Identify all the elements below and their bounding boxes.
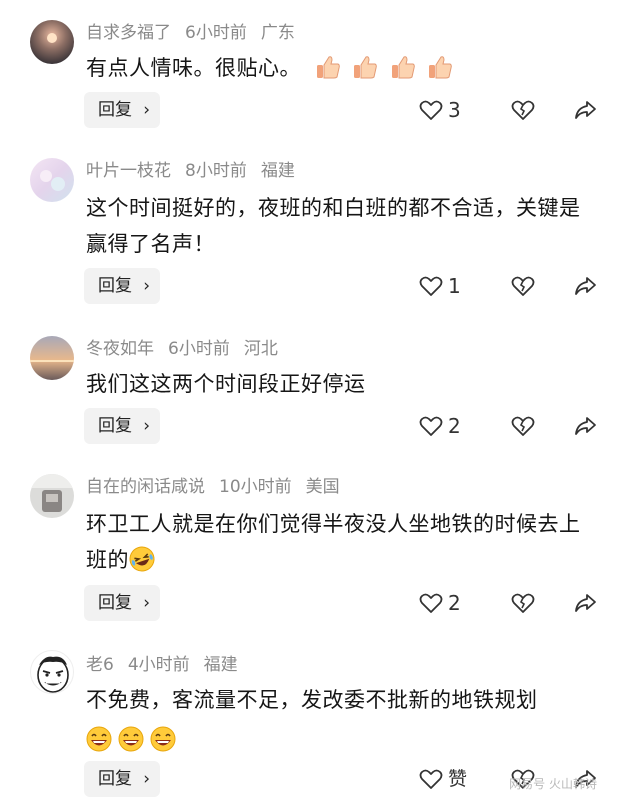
username[interactable]: 老6 [86, 655, 114, 675]
heart-outline-icon[interactable] [418, 590, 444, 616]
like-label: 赞 [448, 768, 468, 790]
location: 河北 [243, 339, 278, 359]
comment-list: 自求多福了 6小时前 广东 有点人情味。很贴心。 回复 › 3 叶片一枝花 8小… [0, 0, 629, 800]
location: 福建 [203, 655, 238, 675]
heart-outline-icon[interactable] [418, 766, 444, 792]
comment-text-content: 不免费，客流量不足，发改委不批新的地铁规划 [86, 688, 538, 712]
username[interactable]: 叶片一枝花 [86, 161, 171, 181]
timestamp: 6小时前 [185, 23, 247, 43]
laughing-crying-emoji [129, 546, 155, 572]
share-arrow-icon[interactable] [572, 97, 598, 123]
avatar[interactable] [30, 474, 74, 518]
comment-text: 环卫工人就是在你们觉得半夜没人坐地铁的时候去上班的 [86, 506, 598, 578]
timestamp: 6小时前 [168, 339, 230, 359]
heart-outline-icon[interactable] [418, 97, 444, 123]
comment-meta: 叶片一枝花 8小时前 福建 [86, 160, 309, 182]
share-arrow-icon[interactable] [572, 413, 598, 439]
heart-outline-icon[interactable] [418, 273, 444, 299]
reply-label: 回复 [98, 416, 132, 436]
reply-label: 回复 [98, 769, 132, 789]
share-arrow-icon[interactable] [572, 590, 598, 616]
like-count: 3 [448, 98, 461, 122]
broken-heart-icon[interactable] [510, 273, 536, 299]
chevron-right-icon: › [143, 276, 150, 296]
reply-button[interactable]: 回复 › [84, 408, 160, 444]
location: 福建 [260, 161, 295, 181]
comment-text: 这个时间挺好的，夜班的和白班的都不合适，关键是赢得了名声！ [86, 196, 581, 256]
username[interactable]: 冬夜如年 [86, 339, 154, 359]
reply-label: 回复 [98, 276, 132, 296]
avatar[interactable] [30, 158, 74, 202]
reply-button[interactable]: 回复 › [84, 761, 160, 797]
comment-meta: 老6 4小时前 福建 [86, 654, 252, 676]
watermark: 网易号 火山韩诗 [509, 777, 597, 791]
chevron-right-icon: › [143, 769, 150, 789]
timestamp: 10小时前 [219, 477, 292, 497]
chevron-right-icon: › [143, 100, 150, 120]
broken-heart-icon[interactable] [510, 413, 536, 439]
thumbs-up-emoji [307, 56, 456, 80]
comment-meta: 冬夜如年 6小时前 河北 [86, 338, 292, 360]
comment-text: 我们这这两个时间段正好停运 [86, 372, 366, 396]
grinning-emoji [86, 726, 112, 752]
location: 广东 [260, 23, 295, 43]
reply-button[interactable]: 回复 › [84, 585, 160, 621]
timestamp: 4小时前 [127, 655, 190, 675]
username[interactable]: 自求多福了 [86, 23, 171, 43]
grinning-emoji [118, 726, 144, 752]
chevron-right-icon: › [143, 593, 150, 613]
broken-heart-icon[interactable] [510, 590, 536, 616]
comment-text-content: 环卫工人就是在你们觉得半夜没人坐地铁的时候去上班的 [86, 512, 581, 572]
reply-label: 回复 [98, 593, 132, 613]
comment-meta: 自在的闲话咸说 10小时前 美国 [86, 476, 354, 498]
reply-label: 回复 [98, 100, 132, 120]
like-count: 2 [448, 414, 461, 438]
comment-text: 不免费，客流量不足，发改委不批新的地铁规划 [86, 682, 598, 758]
like-count: 1 [448, 274, 461, 298]
avatar[interactable] [30, 650, 74, 694]
grinning-emoji-row [86, 718, 598, 758]
like-count: 2 [448, 591, 461, 615]
share-arrow-icon[interactable] [572, 273, 598, 299]
username[interactable]: 自在的闲话咸说 [86, 477, 205, 497]
heart-outline-icon[interactable] [418, 413, 444, 439]
reply-button[interactable]: 回复 › [84, 268, 160, 304]
grinning-emoji [150, 726, 176, 752]
chevron-right-icon: › [143, 416, 150, 436]
comment-text: 有点人情味。很贴心。 [86, 50, 606, 86]
comment-text-content: 有点人情味。很贴心。 [86, 56, 301, 80]
avatar[interactable] [30, 336, 74, 380]
broken-heart-icon[interactable] [510, 97, 536, 123]
reply-button[interactable]: 回复 › [84, 92, 160, 128]
timestamp: 8小时前 [185, 161, 247, 181]
location: 美国 [305, 477, 340, 497]
comment-meta: 自求多福了 6小时前 广东 [86, 22, 309, 44]
avatar[interactable] [30, 20, 74, 64]
